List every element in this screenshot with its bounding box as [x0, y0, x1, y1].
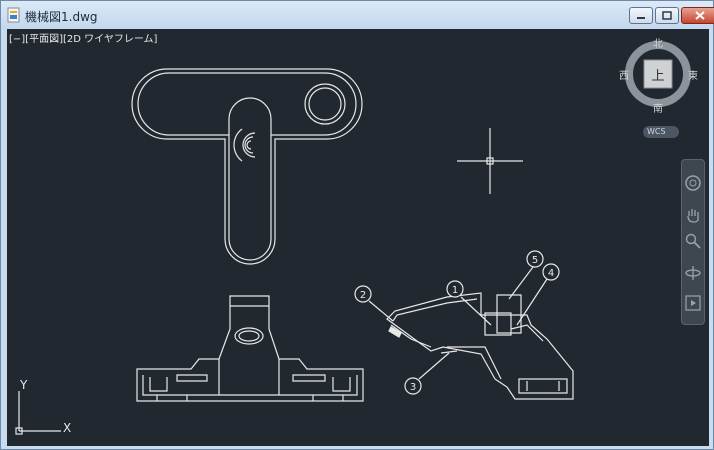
drawing-file-icon [7, 7, 20, 23]
callout-5-label: 5 [532, 255, 538, 266]
pan-icon[interactable] [684, 206, 702, 224]
callout-3-label: 3 [410, 382, 416, 393]
title-bar[interactable]: 機械図1.dwg [1, 1, 714, 29]
maximize-button[interactable] [655, 7, 679, 24]
cad-drawing: 1 2 3 4 5 Y X 上 [15, 41, 691, 435]
ucs-x-label: X [63, 421, 71, 435]
t-shaped-part-plan [131, 68, 363, 265]
navigation-bar [681, 159, 705, 325]
wcs-menu[interactable]: WCS [643, 126, 679, 138]
steering-wheel-icon[interactable] [684, 174, 702, 192]
drawing-canvas[interactable]: [−][平面図][2D ワイヤフレーム] 1 2 3 4 5 Y X 上 北 南… [7, 29, 709, 446]
ucs-icon [15, 391, 61, 435]
front-elevation-view [136, 295, 364, 402]
zoom-icon[interactable] [684, 232, 702, 250]
compass-south[interactable]: 南 [653, 100, 663, 115]
callout-1-label: 1 [452, 285, 458, 296]
compass-east[interactable]: 東 [688, 67, 698, 82]
minimize-icon [637, 17, 645, 19]
viewcube-top-label: 上 [651, 69, 664, 84]
close-button[interactable] [681, 7, 714, 24]
callout-4-label: 4 [548, 268, 554, 279]
application-window: 機械図1.dwg [−][平面図][2D ワイヤフレーム] 1 2 3 4 5 … [0, 0, 714, 450]
minimize-button[interactable] [629, 7, 653, 24]
showmotion-icon[interactable] [684, 294, 702, 312]
maximize-icon [662, 11, 672, 20]
close-icon [695, 11, 705, 20]
ucs-y-label: Y [19, 378, 28, 392]
wcs-label: WCS [647, 127, 666, 136]
compass-north[interactable]: 北 [653, 35, 663, 50]
window-title: 機械図1.dwg [25, 10, 98, 24]
callout-2-label: 2 [360, 290, 366, 301]
compass-west[interactable]: 西 [619, 67, 629, 82]
crosshair-cursor [457, 128, 523, 194]
orbit-icon[interactable] [684, 264, 702, 282]
